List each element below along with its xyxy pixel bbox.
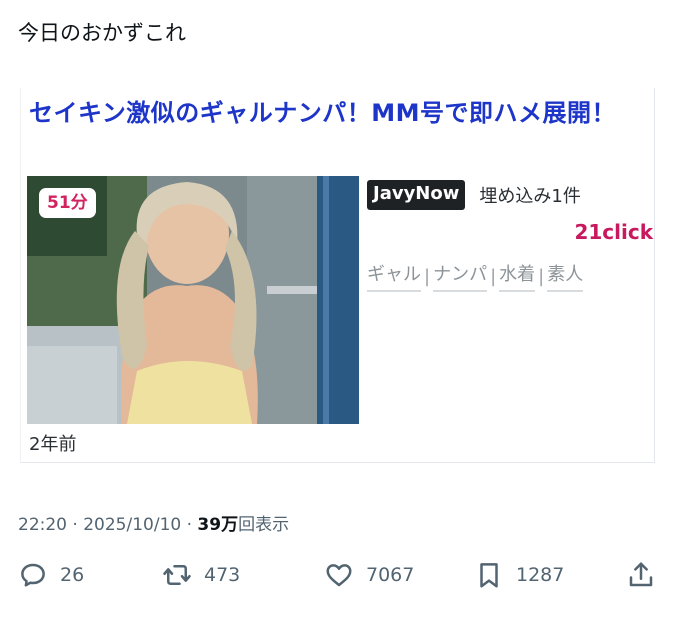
tag-item[interactable]: ナンパ bbox=[433, 260, 488, 292]
share-icon bbox=[629, 562, 653, 587]
tag-item[interactable]: 素人 bbox=[547, 260, 584, 292]
repost-icon bbox=[163, 565, 191, 585]
tag-separator: | bbox=[538, 265, 545, 287]
repost-count: 473 bbox=[204, 564, 241, 586]
video-thumbnail[interactable]: 51分 bbox=[27, 176, 359, 424]
bookmark-button[interactable]: 1287 bbox=[474, 560, 564, 590]
tweet-text: 今日のおかずこれ bbox=[18, 21, 186, 45]
repost-button[interactable]: 473 bbox=[162, 560, 240, 590]
click-count: 21click bbox=[574, 220, 653, 244]
heart-icon bbox=[326, 564, 352, 587]
view-count-suffix: 回表示 bbox=[238, 515, 290, 535]
tweet-date: 2025/10/10 bbox=[83, 515, 182, 535]
tag-separator: | bbox=[424, 265, 431, 287]
reply-icon bbox=[21, 563, 45, 587]
card-meta: JavyNow 埋め込み1件 21click ギャル | ナンパ | 水着 | … bbox=[367, 180, 657, 292]
source-badge[interactable]: JavyNow bbox=[367, 180, 466, 210]
link-card[interactable]: セイキン激似のギャルナンパ！MM号で即ハメ展開！ 51分 2年前 JavyNow… bbox=[20, 88, 655, 463]
duration-badge: 51分 bbox=[39, 188, 96, 218]
tag-item[interactable]: ギャル bbox=[367, 260, 421, 292]
reply-button[interactable]: 26 bbox=[18, 560, 84, 590]
post-age: 2年前 bbox=[29, 434, 77, 455]
card-title[interactable]: セイキン激似のギャルナンパ！MM号で即ハメ展開！ bbox=[29, 94, 649, 132]
tag-item[interactable]: 水着 bbox=[499, 260, 536, 292]
like-count: 7067 bbox=[366, 564, 415, 586]
bookmark-count: 1287 bbox=[516, 564, 565, 586]
tweet-timestamp[interactable]: 22:20 · 2025/10/10 · 39万回表示 bbox=[18, 510, 289, 535]
share-button[interactable] bbox=[626, 560, 656, 590]
embed-count: 埋め込み1件 bbox=[479, 186, 581, 207]
like-button[interactable]: 7067 bbox=[324, 560, 414, 590]
tag-separator: | bbox=[490, 265, 497, 287]
action-bar: 26 473 7067 1287 bbox=[0, 560, 680, 600]
tag-list: ギャル | ナンパ | 水着 | 素人 bbox=[367, 260, 584, 292]
tweet-time: 22:20 bbox=[18, 515, 67, 535]
bookmark-icon bbox=[480, 563, 498, 588]
reply-count: 26 bbox=[60, 564, 85, 586]
view-count: 39万 bbox=[197, 515, 239, 535]
